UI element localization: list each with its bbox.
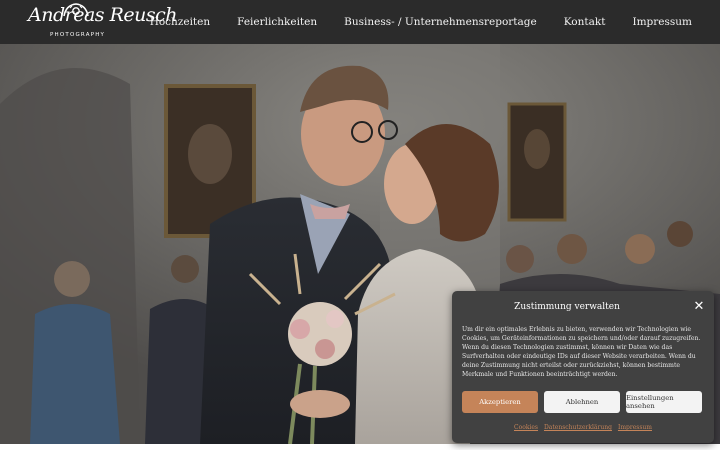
nav-item-impressum[interactable]: Impressum: [632, 16, 692, 28]
consent-title: Zustimmung verwalten: [514, 302, 620, 312]
privacy-link[interactable]: Datenschutzerklärung: [544, 424, 612, 431]
consent-buttons: Akzeptieren Ablehnen Einstellungen anseh…: [462, 391, 702, 413]
deny-button[interactable]: Ablehnen: [544, 391, 620, 413]
main-nav: Hochzeiten Feierlichkeiten Business- / U…: [150, 0, 692, 44]
cookie-consent-dialog: Zustimmung verwalten ✕ Um dir ein optima…: [452, 291, 714, 443]
consent-links: Cookies Datenschutzerklärung Impressum: [452, 424, 714, 431]
nav-item-hochzeiten[interactable]: Hochzeiten: [150, 16, 210, 28]
nav-item-feierlichkeiten[interactable]: Feierlichkeiten: [237, 16, 317, 28]
site-header: Andreas Reusch PHOTOGRAPHY Hochzeiten Fe…: [0, 0, 720, 44]
nav-item-kontakt[interactable]: Kontakt: [564, 16, 606, 28]
imprint-link[interactable]: Impressum: [618, 424, 652, 431]
cookies-link[interactable]: Cookies: [514, 424, 538, 431]
nav-item-business[interactable]: Business- / Unternehmensreportage: [344, 16, 537, 28]
close-icon[interactable]: ✕: [692, 300, 706, 314]
page-footer-strip: [0, 444, 720, 450]
logo[interactable]: Andreas Reusch PHOTOGRAPHY: [24, 2, 177, 42]
preferences-button[interactable]: Einstellungen ansehen: [626, 391, 702, 413]
logo-subtitle: PHOTOGRAPHY: [50, 32, 106, 38]
consent-text: Um dir ein optimales Erlebnis zu bieten,…: [462, 326, 701, 378]
accept-button[interactable]: Akzeptieren: [462, 391, 538, 413]
